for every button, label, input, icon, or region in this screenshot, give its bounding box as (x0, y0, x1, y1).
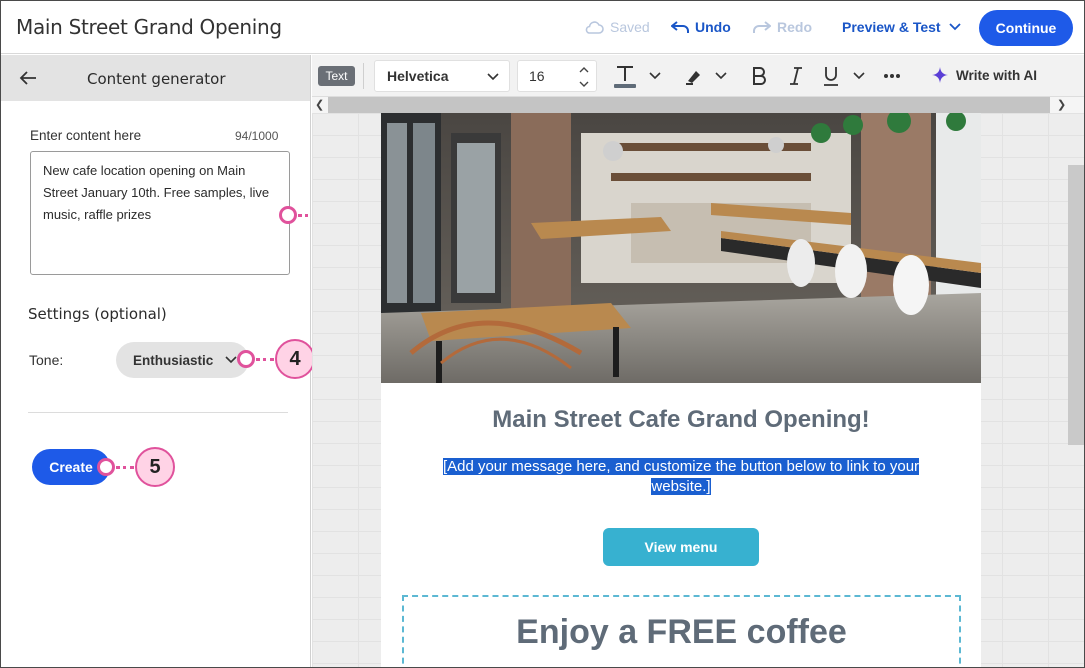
selected-text[interactable]: [Add your message here, and customize th… (442, 458, 920, 495)
highlighter-icon (686, 71, 700, 85)
underline-icon (824, 67, 838, 86)
text-color-button[interactable] (610, 64, 640, 88)
text-color-icon (614, 66, 636, 88)
redo-icon (753, 21, 771, 33)
tone-select[interactable]: Enthusiastic (116, 342, 249, 378)
saved-label: Saved (610, 19, 650, 35)
font-family-value: Helvetica (387, 68, 449, 84)
callout-ring (237, 350, 255, 368)
scroll-left-icon[interactable]: ❮ (315, 98, 324, 111)
more-options-button[interactable] (880, 64, 904, 88)
toolbar-divider (363, 63, 364, 89)
callout-ring (279, 206, 297, 224)
bold-button[interactable] (748, 64, 770, 88)
more-horizontal-icon (884, 74, 900, 78)
highlight-dropdown[interactable] (714, 64, 728, 88)
callout-connector (256, 357, 274, 361)
content-field-label: Enter content here (30, 128, 142, 143)
email-editor: Text Helvetica 16 Write with AI ❮ ❯ Main… (312, 55, 1084, 667)
write-with-ai-label: Write with AI (956, 67, 1037, 83)
font-size-value: 16 (529, 68, 545, 84)
undo-label: Undo (695, 19, 731, 35)
redo-label: Redo (777, 19, 812, 35)
panel-title: Content generator (87, 70, 226, 88)
undo-button[interactable]: Undo (671, 19, 731, 35)
callout-5: 5 (97, 447, 175, 487)
promo-block[interactable]: Enjoy a FREE coffee (402, 595, 961, 667)
divider (28, 412, 288, 413)
highlight-button[interactable] (682, 64, 706, 88)
underline-dropdown[interactable] (852, 64, 866, 88)
app-window: Main Street Grand Opening Saved Undo Red… (0, 0, 1085, 668)
callout-ring (97, 458, 115, 476)
content-input[interactable]: New cafe location opening on Main Street… (30, 151, 290, 275)
preview-test-menu[interactable]: Preview & Test (842, 19, 961, 35)
saved-status: Saved (584, 19, 650, 35)
callout-number: 4 (275, 339, 315, 379)
email-canvas: Main Street Cafe Grand Opening! [Add you… (381, 113, 981, 667)
panel-header: Content generator (1, 55, 310, 101)
sparkle-icon (932, 67, 948, 83)
write-with-ai-button[interactable]: Write with AI (932, 67, 1037, 83)
block-type-tag: Text (318, 66, 355, 86)
chevron-down-icon (715, 72, 727, 80)
back-arrow-icon[interactable] (18, 68, 38, 88)
chevron-down-icon (649, 72, 661, 80)
text-color-dropdown[interactable] (648, 64, 662, 88)
top-bar: Main Street Grand Opening Saved Undo Red… (1, 1, 1084, 54)
underline-button[interactable] (820, 64, 842, 88)
callout-number: 5 (135, 447, 175, 487)
hero-image[interactable] (381, 113, 981, 383)
settings-heading: Settings (optional) (28, 305, 167, 323)
bold-icon (753, 67, 766, 85)
tone-value: Enthusiastic (133, 352, 214, 368)
undo-icon (671, 21, 689, 33)
email-message[interactable]: [Add your message here, and customize th… (421, 457, 941, 497)
scroll-right-icon[interactable]: ❯ (1057, 98, 1066, 111)
font-size-stepper[interactable]: 16 (517, 60, 597, 92)
italic-button[interactable] (785, 64, 807, 88)
text-toolbar: Text Helvetica 16 Write with AI (312, 55, 1084, 97)
vertical-scrollbar[interactable] (1068, 165, 1084, 445)
cafe-interior-image (381, 113, 981, 383)
italic-icon (790, 67, 802, 85)
chevron-down-icon (948, 23, 961, 31)
cloud-icon (585, 21, 604, 34)
callout-connector (116, 465, 134, 469)
stepper-arrows-icon[interactable] (578, 64, 590, 90)
document-title[interactable]: Main Street Grand Opening (16, 15, 282, 39)
email-title[interactable]: Main Street Cafe Grand Opening! (381, 406, 981, 434)
continue-button[interactable]: Continue (979, 10, 1073, 46)
chevron-down-icon (853, 72, 865, 80)
chevron-down-icon (487, 73, 499, 81)
tone-label: Tone: (29, 352, 64, 368)
font-family-select[interactable]: Helvetica (374, 60, 510, 92)
preview-label: Preview & Test (842, 19, 941, 35)
scrollbar-thumb[interactable] (328, 97, 1050, 113)
callout-4: 4 (237, 339, 315, 379)
chevron-down-icon (225, 356, 237, 364)
promo-title: Enjoy a FREE coffee (516, 613, 847, 651)
char-count: 94/1000 (235, 129, 279, 143)
horizontal-scrollbar[interactable]: ❮ ❯ (312, 97, 1084, 113)
view-menu-button[interactable]: View menu (603, 528, 759, 566)
redo-button[interactable]: Redo (753, 19, 812, 35)
